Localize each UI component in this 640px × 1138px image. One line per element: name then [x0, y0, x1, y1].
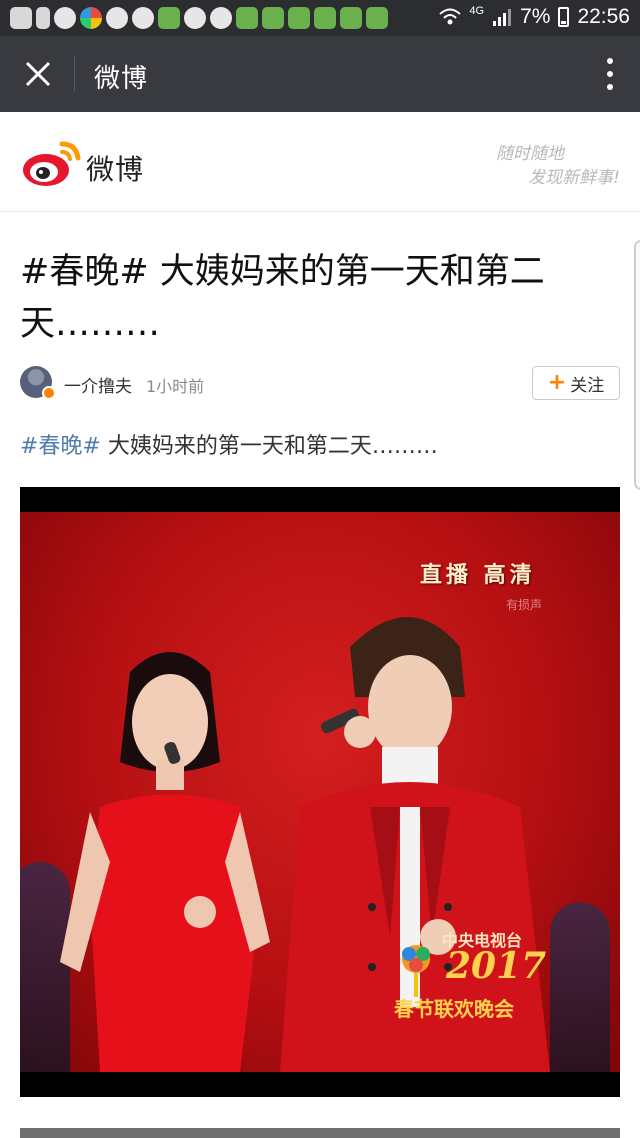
- follow-label: 关注: [570, 375, 605, 396]
- alert-icon: [36, 7, 50, 29]
- wechat-icon: [236, 7, 258, 29]
- author-name[interactable]: 一介撸夫: [64, 372, 132, 397]
- wechat-icon: [262, 7, 284, 29]
- post-time: 1小时前: [146, 377, 205, 396]
- weibo-header: 微博 随时随地 发现新鲜事!: [0, 112, 640, 212]
- watermark-sub: 有损声: [506, 598, 543, 612]
- scroll-indicator: [634, 240, 640, 490]
- signal-icon: [493, 9, 512, 26]
- article-body-text: 大姨妈来的第一天和第二天………: [100, 434, 438, 459]
- gala-year: 2017: [446, 945, 547, 987]
- spring-gala-logo: 中央电视台 2017 春节联欢晚会: [394, 917, 564, 1037]
- author-row: 一介撸夫 1小时前 + 关注: [20, 364, 620, 404]
- battery-percent: 7%: [520, 5, 551, 28]
- hashtag-link[interactable]: #春晚#: [20, 434, 101, 459]
- follow-button[interactable]: + 关注: [532, 366, 620, 400]
- plus-icon: +: [547, 370, 567, 395]
- wechat-icon: [340, 7, 362, 29]
- video-player[interactable]: 直播 高清 有损声 中央电视台 2017 春节联欢晚会: [20, 487, 620, 1097]
- app-icon: [80, 7, 102, 29]
- app-bar: 微博: [0, 36, 640, 112]
- battery-icon: [558, 7, 570, 27]
- wifi-icon: [439, 8, 462, 25]
- weibo-brand: 微博: [86, 153, 145, 186]
- network-type: 4G: [469, 5, 485, 17]
- clock: 22:56: [577, 5, 630, 28]
- slogan-line-2: 发现新鲜事!: [528, 168, 620, 188]
- next-post-preview[interactable]: [20, 1128, 620, 1138]
- slogan-line-1: 随时随地: [496, 144, 564, 164]
- close-icon: [25, 61, 51, 87]
- weibo-logo-icon[interactable]: [22, 136, 82, 188]
- qq-icon: [210, 7, 232, 29]
- wechat-icon: [158, 7, 180, 29]
- gala-name: 春节联欢晚会: [394, 997, 514, 1021]
- article-body: #春晚# 大姨妈来的第一天和第二天………: [20, 428, 438, 460]
- play-icon: [54, 7, 76, 29]
- verified-badge-icon: [42, 386, 56, 400]
- divider: [74, 56, 75, 92]
- wechat-icon: [288, 7, 310, 29]
- qq-icon: [184, 7, 206, 29]
- status-bar: 4G 7% 22:56: [0, 0, 640, 36]
- chinese-knot-icon: [402, 945, 430, 997]
- weibo-slogan: 随时随地 发现新鲜事!: [470, 142, 620, 190]
- live-hd-watermark: 直播 高清: [420, 563, 536, 588]
- singer-woman-figure: [60, 652, 270, 1072]
- article-title: #春晚# 大姨妈来的第一天和第二天………: [20, 252, 545, 344]
- wechat-icon: [366, 7, 388, 29]
- qq-icon: [106, 7, 128, 29]
- message-icon: [10, 7, 32, 29]
- page-title: 微博: [94, 64, 149, 94]
- wechat-icon: [314, 7, 336, 29]
- qq-icon: [132, 7, 154, 29]
- notification-icons: [10, 7, 388, 29]
- close-button[interactable]: [14, 50, 62, 98]
- video-frame: 直播 高清 有损声 中央电视台 2017 春节联欢晚会: [20, 512, 620, 1072]
- status-indicators: 4G 7% 22:56: [439, 5, 630, 29]
- more-vertical-icon[interactable]: [598, 56, 622, 92]
